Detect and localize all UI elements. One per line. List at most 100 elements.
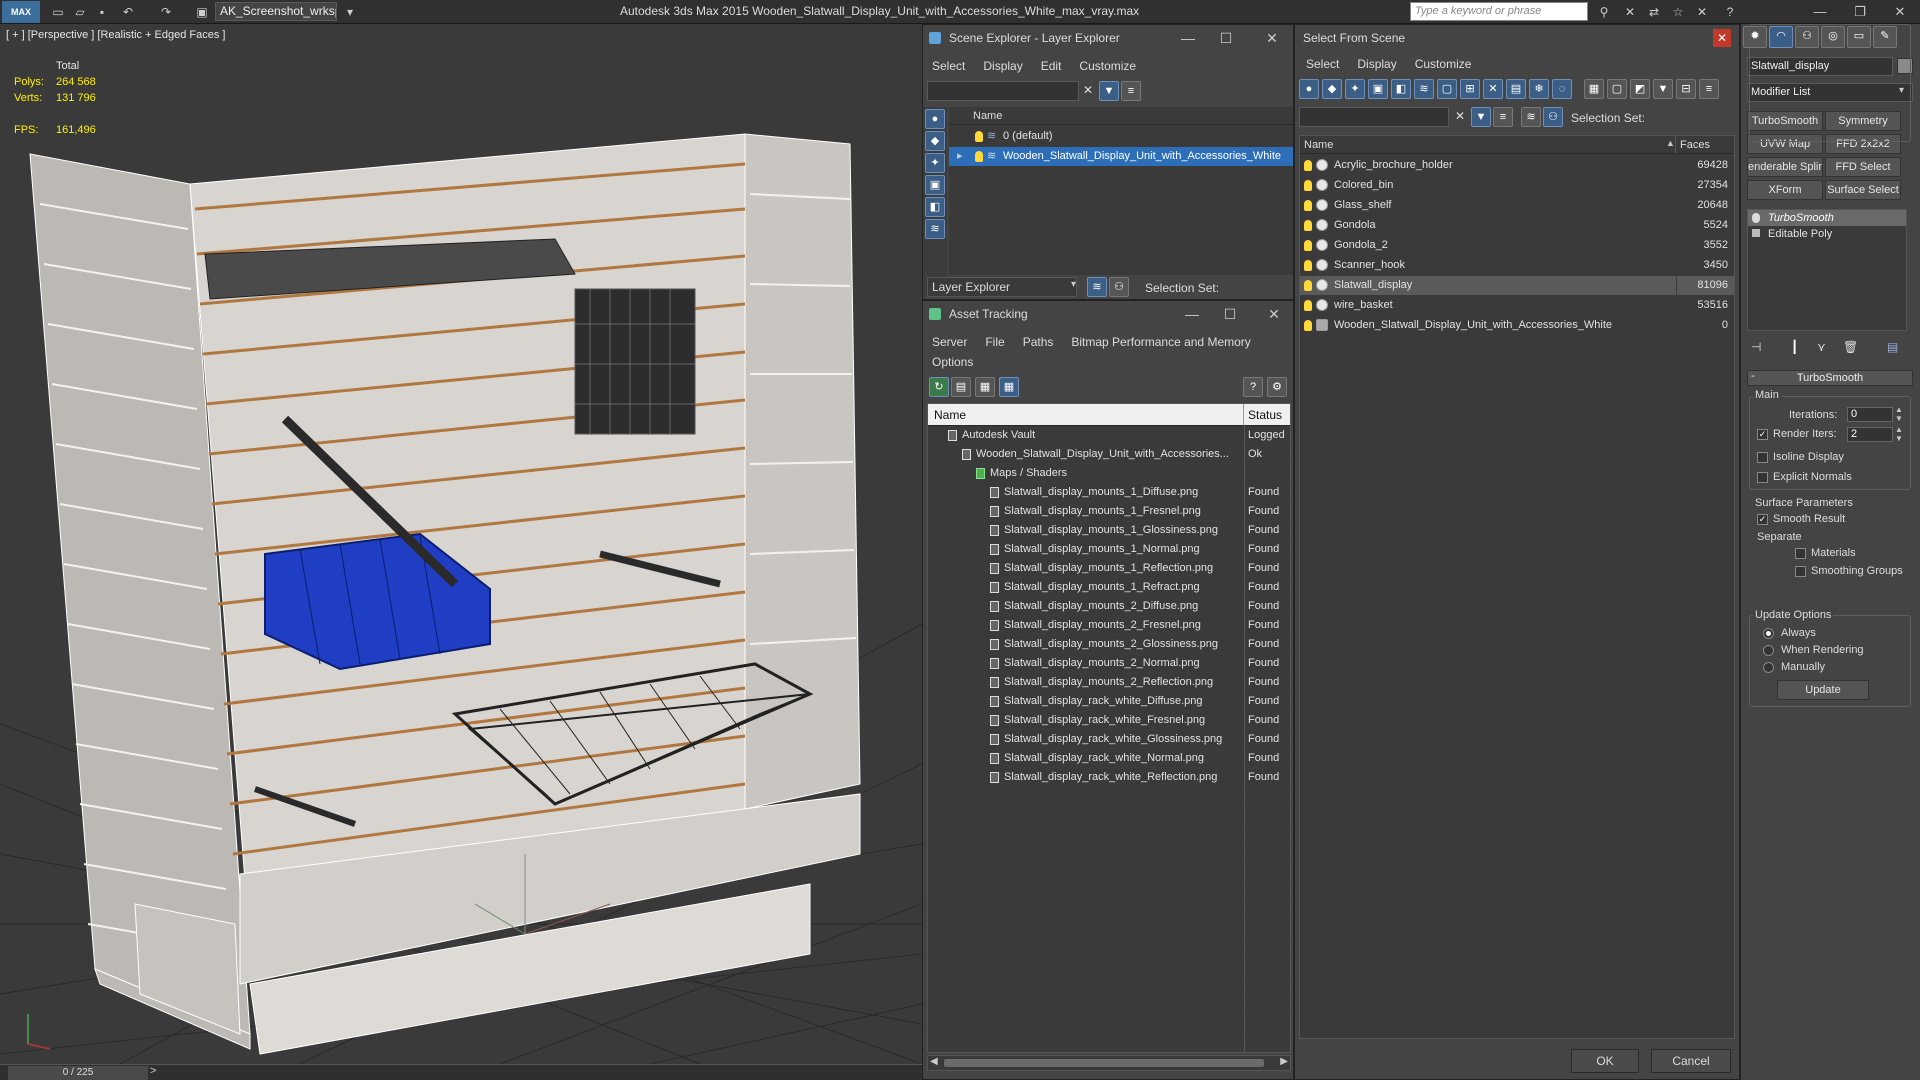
menu-customize[interactable]: Customize [1070, 55, 1145, 77]
keyword-search-input[interactable]: Type a keyword or phrase [1410, 2, 1588, 21]
menu-options[interactable]: Options [923, 351, 982, 373]
exchange-icon[interactable]: ⇄ [1644, 3, 1664, 21]
xform-button[interactable]: XForm [1747, 180, 1823, 200]
smooth-result-checkbox[interactable]: ✓ [1757, 514, 1768, 525]
collapse-icon[interactable]: - [1751, 370, 1755, 382]
visibility-bulb-icon[interactable] [1304, 300, 1312, 311]
object-row[interactable]: Gondola 5524 [1300, 216, 1734, 235]
display-spacewarps-icon[interactable]: ≋ [925, 219, 945, 239]
asset-row[interactable] [928, 863, 1290, 882]
scroll-left-icon[interactable]: ◀ [930, 1056, 938, 1067]
hierarchy-icon[interactable]: ⚇ [1109, 277, 1129, 297]
time-slider-thumb[interactable]: 0 / 225 [8, 1066, 148, 1080]
show-end-result-icon[interactable]: ┃ [1791, 340, 1798, 354]
update-button[interactable]: Update [1777, 680, 1869, 700]
layer-visible-icon[interactable] [975, 151, 983, 162]
asset-row[interactable]: Maps / Shaders [928, 464, 1290, 483]
menu-customize[interactable]: Customize [1406, 53, 1481, 75]
display-helpers-icon[interactable]: ◧ [925, 197, 945, 217]
bulb-icon[interactable] [1752, 213, 1760, 223]
display-geometry-icon[interactable]: ● [925, 109, 945, 129]
chevron-down-icon[interactable]: ▾ [1071, 279, 1076, 290]
visibility-bulb-icon[interactable] [1304, 320, 1312, 331]
new-file-icon[interactable]: ▭ [48, 3, 68, 21]
asset-row[interactable]: Slatwall_display_mounts_1_Reflection.png… [928, 559, 1290, 578]
sort-icon[interactable]: ≡ [1493, 107, 1513, 127]
collapse-all-icon[interactable]: ≡ [1699, 79, 1719, 99]
layer-column-header[interactable]: Name [949, 107, 1293, 125]
refresh-icon[interactable]: ↻ [929, 377, 949, 397]
invert-selection-icon[interactable]: ◩ [1630, 79, 1650, 99]
materials-checkbox[interactable] [1795, 548, 1806, 559]
asset-row[interactable] [928, 996, 1290, 1015]
filter-icon[interactable]: ▼ [1099, 81, 1119, 101]
smoothing-groups-checkbox[interactable] [1795, 566, 1806, 577]
asset-row[interactable]: Slatwall_display_rack_white_Fresnel.png F… [928, 711, 1290, 730]
menu-bitmap-performance[interactable]: Bitmap Performance and Memory [1062, 331, 1259, 353]
menu-display[interactable]: Display [1348, 53, 1405, 75]
filter-xrefs-icon[interactable]: ⊞ [1460, 79, 1480, 99]
cancel-button[interactable]: Cancel [1651, 1049, 1731, 1073]
asset-row[interactable] [928, 882, 1290, 901]
open-file-icon[interactable]: ▱ [70, 3, 90, 21]
filter-frozen-icon[interactable]: ❄ [1529, 79, 1549, 99]
filter-funnel-icon[interactable]: ▼ [1653, 79, 1673, 99]
asset-name-header[interactable]: Name [928, 404, 1244, 426]
next-frame-icon[interactable]: > [150, 1065, 156, 1077]
menu-file[interactable]: File [976, 331, 1013, 353]
object-row[interactable]: Slatwall_display 81096 [1300, 276, 1734, 295]
asset-row[interactable] [928, 787, 1290, 806]
scene-search-input[interactable] [927, 81, 1079, 101]
asset-row[interactable]: Slatwall_display_mounts_2_Fresnel.png Fou… [928, 616, 1290, 635]
remove-modifier-icon[interactable]: 🗑 [1843, 340, 1858, 354]
maximize-icon[interactable]: ☐ [1217, 304, 1243, 324]
hierarchy-filter-icon[interactable]: ⊟ [1676, 79, 1696, 99]
perspective-viewport[interactable]: [ + ] [Perspective ] [Realistic + Edged … [0, 24, 922, 1064]
asset-row[interactable]: Slatwall_display_mounts_2_Reflection.png… [928, 673, 1290, 692]
asset-row[interactable] [928, 1015, 1290, 1034]
close-icon[interactable]: ✕ [1261, 304, 1287, 324]
render-iters-checkbox[interactable]: ✓ [1757, 429, 1768, 440]
object-row[interactable]: Scanner_hook 3450 [1300, 256, 1734, 275]
asset-row[interactable] [928, 939, 1290, 958]
asset-row[interactable]: Slatwall_display_rack_white_Reflection.p… [928, 768, 1290, 787]
asset-row[interactable]: Slatwall_display_mounts_1_Fresnel.png Fou… [928, 502, 1290, 521]
spinner-arrows-icon[interactable]: ▲ ▼ [1895, 425, 1903, 443]
hierarchy-icon[interactable]: ⚇ [1543, 107, 1563, 127]
menu-select[interactable]: Select [1297, 53, 1348, 75]
chevron-down-icon[interactable]: ▾ [340, 3, 360, 21]
filter-cameras-icon[interactable]: ▣ [1368, 79, 1388, 99]
object-row[interactable]: Wooden_Slatwall_Display_Unit_with_Access… [1300, 316, 1734, 335]
maximize-icon[interactable]: ☐ [1213, 28, 1239, 48]
asset-row[interactable]: Slatwall_display_rack_white_Diffuse.png F… [928, 692, 1290, 711]
asset-row[interactable]: Autodesk Vault Logged [928, 426, 1290, 445]
stack-item-turbosmooth[interactable]: TurboSmooth [1748, 210, 1906, 226]
close-icon[interactable]: ✕ [1713, 29, 1731, 47]
asset-row[interactable] [928, 920, 1290, 939]
help-icon[interactable]: ? [1720, 3, 1740, 21]
asset-row[interactable]: Slatwall_display_mounts_1_Refract.png Fou… [928, 578, 1290, 597]
faces-header[interactable]: Faces [1676, 136, 1734, 154]
asset-row[interactable]: Slatwall_display_rack_white_Glossiness.p… [928, 730, 1290, 749]
display-cameras-icon[interactable]: ▣ [925, 175, 945, 195]
make-unique-icon[interactable]: ⋎ [1817, 340, 1826, 354]
asset-row[interactable]: Slatwall_display_mounts_1_Normal.png Foun… [928, 540, 1290, 559]
menu-edit[interactable]: Edit [1032, 55, 1071, 77]
menu-select[interactable]: Select [923, 55, 974, 77]
object-name-header[interactable]: Name [1300, 136, 1676, 154]
binoculars-icon[interactable]: ⚲ [1594, 3, 1614, 21]
pin-stack-icon[interactable]: ⊣ [1751, 340, 1761, 354]
configure-sets-icon[interactable]: ▤ [1887, 340, 1898, 354]
asset-row[interactable]: Slatwall_display_rack_white_Normal.png Fo… [928, 749, 1290, 768]
filter-bones-icon[interactable]: ✕ [1483, 79, 1503, 99]
asset-status-header[interactable]: Status [1244, 404, 1290, 426]
surface-select-button[interactable]: Surface Select [1825, 180, 1901, 200]
layers-icon[interactable]: ≋ [1521, 107, 1541, 127]
isoline-display-checkbox[interactable] [1757, 452, 1768, 463]
workspace-dropdown[interactable]: AK_Screenshot_wrksp [215, 2, 337, 21]
display-lights-icon[interactable]: ✦ [925, 153, 945, 173]
close-icon[interactable]: ✕ [1880, 0, 1920, 24]
when-rendering-radio[interactable] [1763, 645, 1774, 656]
visibility-bulb-icon[interactable] [1304, 200, 1312, 211]
select-all-icon[interactable]: ▦ [1584, 79, 1604, 99]
